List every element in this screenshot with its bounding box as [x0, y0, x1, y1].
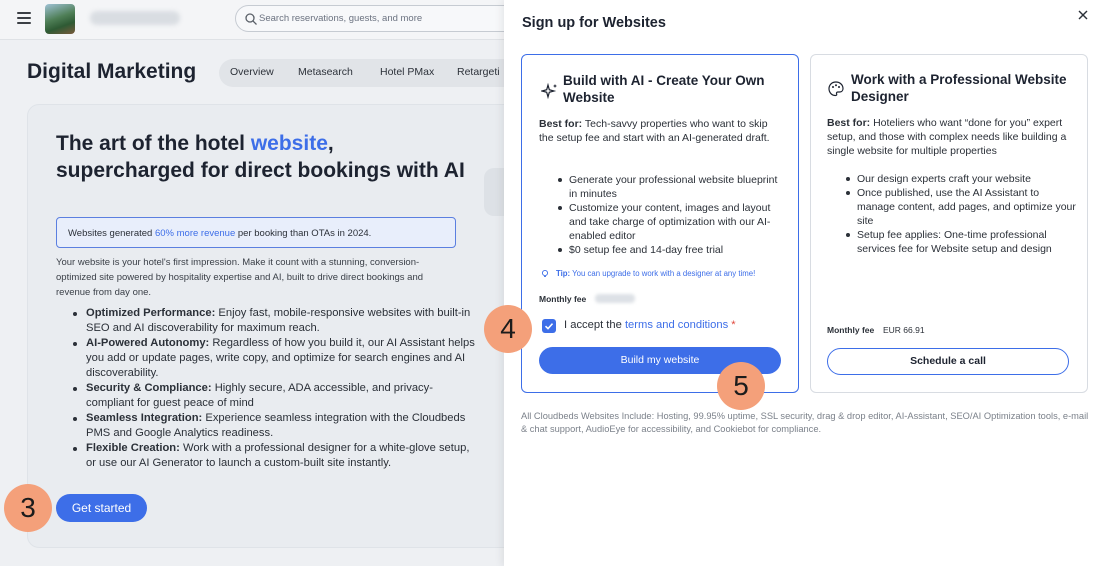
- sparkle-icon: [541, 82, 557, 100]
- pro-designer-card[interactable]: Work with a Professional Website Designe…: [810, 54, 1088, 393]
- page-title: Digital Marketing: [27, 60, 197, 83]
- palette-icon: [828, 81, 844, 97]
- hotel-name-blurred[interactable]: [90, 11, 180, 25]
- stat-text: Websites generated 60% more revenue per …: [68, 228, 372, 239]
- step-badge-3: 3: [4, 484, 52, 532]
- list-item: Setup fee applies: One-time professional…: [846, 228, 1079, 256]
- search-placeholder: Search reservations, guests, and more: [259, 13, 423, 24]
- terms-label: I accept the terms and conditions *: [564, 319, 736, 331]
- list-item: Once published, use the AI Assistant to …: [846, 186, 1079, 228]
- tab-bar: Overview Metasearch Hotel PMax Retargeti: [219, 59, 539, 87]
- drawer-title: Sign up for Websites: [522, 15, 666, 31]
- tab-hotel-pmax[interactable]: Hotel PMax: [380, 66, 434, 78]
- menu-icon[interactable]: [17, 12, 31, 24]
- list-item: Generate your professional website bluep…: [558, 173, 784, 201]
- inclusions-footnote: All Cloudbeds Websites Include: Hosting,…: [521, 411, 1089, 434]
- pro-best-for: Best for: Hoteliers who want “done for y…: [827, 117, 1067, 157]
- tab-retargeting[interactable]: Retargeti: [457, 66, 500, 78]
- schedule-call-button[interactable]: Schedule a call: [827, 348, 1069, 375]
- hero-title: The art of the hotel website, supercharg…: [56, 132, 465, 182]
- list-item: Our design experts craft your website: [846, 172, 1079, 186]
- terms-link[interactable]: terms and conditions: [625, 319, 728, 331]
- pro-benefits-list: Our design experts craft your website On…: [846, 172, 1079, 256]
- stat-callout: Websites generated 60% more revenue per …: [56, 217, 456, 248]
- search-input[interactable]: Search reservations, guests, and more: [235, 5, 535, 32]
- list-item: Customize your content, images and layou…: [558, 201, 784, 243]
- feature-item: Optimized Performance: Enjoy fast, mobil…: [73, 306, 476, 336]
- hotel-avatar[interactable]: [45, 4, 75, 34]
- pro-fee-label: Monthly fee: [827, 325, 875, 335]
- feature-list: Optimized Performance: Enjoy fast, mobil…: [73, 306, 476, 471]
- signup-drawer: Sign up for Websites Build with AI - Cre…: [504, 0, 1100, 566]
- lightbulb-icon: [541, 269, 549, 277]
- feature-item: Seamless Integration: Experience seamles…: [73, 411, 476, 441]
- ai-build-card[interactable]: Build with AI - Create Your Own Website …: [521, 54, 799, 393]
- ai-fee-label: Monthly fee: [539, 294, 587, 304]
- feature-item: AI-Powered Autonomy: Regardless of how y…: [73, 337, 475, 379]
- close-icon[interactable]: [1076, 8, 1090, 22]
- tab-overview[interactable]: Overview: [230, 66, 274, 78]
- ai-benefits-list: Generate your professional website bluep…: [558, 173, 784, 257]
- feature-item: Flexible Creation: Work with a professio…: [73, 441, 476, 471]
- hero-description: Your website is your hotel's first impre…: [56, 257, 424, 298]
- pro-fee-value: EUR 66.91: [883, 325, 925, 335]
- check-icon: [544, 323, 554, 330]
- feature-item: Security & Compliance: Highly secure, AD…: [73, 381, 476, 411]
- get-started-button[interactable]: Get started: [56, 494, 147, 522]
- ai-card-title: Build with AI - Create Your Own Website: [563, 73, 765, 105]
- ai-best-for: Best for: Tech-savvy properties who want…: [539, 118, 770, 144]
- ai-fee-blurred: [595, 294, 635, 303]
- pro-card-title: Work with a Professional Website Designe…: [851, 72, 1067, 104]
- step-badge-4: 4: [484, 305, 532, 353]
- list-item: $0 setup fee and 14-day free trial: [558, 243, 784, 257]
- search-icon: [245, 13, 257, 25]
- stat-link: 60% more revenue: [154, 228, 236, 239]
- tab-metasearch[interactable]: Metasearch: [298, 66, 353, 78]
- step-badge-5: 5: [717, 362, 765, 410]
- terms-checkbox[interactable]: [542, 319, 556, 333]
- tip-text: Tip: You can upgrade to work with a desi…: [556, 269, 756, 278]
